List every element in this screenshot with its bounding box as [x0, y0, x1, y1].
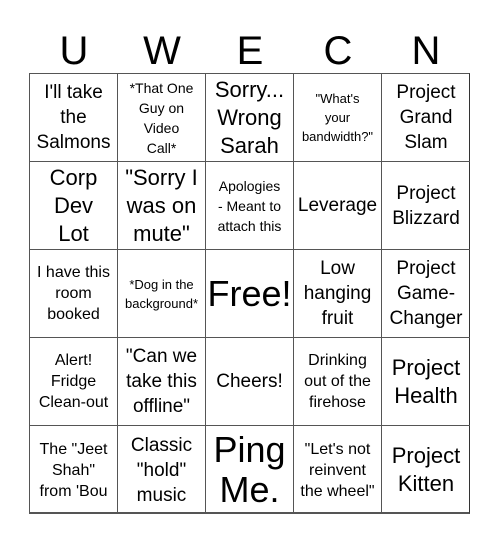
- bingo-cell-text: Sorry... Wrong Sarah: [214, 76, 285, 158]
- bingo-cell[interactable]: *That One Guy on Video Call*: [118, 74, 206, 162]
- bingo-cell-text: Corp Dev Lot: [49, 164, 98, 246]
- bingo-cell-text: Project Game- Changer: [389, 258, 463, 329]
- bingo-cell[interactable]: Alert! Fridge Clean-out: [30, 338, 118, 426]
- bingo-cell[interactable]: Project Health: [382, 338, 470, 426]
- bingo-cell[interactable]: Project Blizzard: [382, 162, 470, 250]
- bingo-cell-text: I'll take the Salmons: [36, 82, 111, 153]
- bingo-cell-text: Leverage: [297, 195, 378, 216]
- bingo-cell[interactable]: Drinking out of the firehose: [294, 338, 382, 426]
- bingo-cell[interactable]: Leverage: [294, 162, 382, 250]
- bingo-cell-text: Project Kitten: [391, 443, 461, 496]
- bingo-cell[interactable]: Low hanging fruit: [294, 250, 382, 338]
- bingo-cell-text: "Can we take this offline": [125, 346, 198, 417]
- bingo-cell-text: Free!: [207, 272, 292, 314]
- bingo-cell[interactable]: "Sorry I was on mute": [118, 162, 206, 250]
- bingo-cell[interactable]: "Let's not reinvent the wheel": [294, 426, 382, 514]
- bingo-cell-text: Project Grand Slam: [396, 82, 456, 153]
- bingo-cell[interactable]: Project Game- Changer: [382, 250, 470, 338]
- bingo-cell[interactable]: I'll take the Salmons: [30, 74, 118, 162]
- bingo-cell-text: "Sorry I was on mute": [125, 164, 198, 246]
- header-letter-3: E: [236, 29, 264, 73]
- bingo-cell[interactable]: Apologies - Meant to attach this: [206, 162, 294, 250]
- header-letter-5: N: [411, 29, 441, 73]
- bingo-cell-text: Ping Me.: [213, 429, 286, 510]
- header-letter-1: U: [59, 29, 89, 73]
- bingo-cell[interactable]: Project Kitten: [382, 426, 470, 514]
- bingo-cell-text: "Let's not reinvent the wheel": [300, 440, 375, 500]
- bingo-cell-text: Project Blizzard: [392, 182, 460, 229]
- bingo-cell[interactable]: Ping Me.: [206, 426, 294, 514]
- bingo-cell[interactable]: *Dog in the background*: [118, 250, 206, 338]
- bingo-cell[interactable]: Free!: [206, 250, 294, 338]
- bingo-cell[interactable]: Classic "hold" music: [118, 426, 206, 514]
- bingo-cell[interactable]: "Can we take this offline": [118, 338, 206, 426]
- bingo-cell-text: Low hanging fruit: [303, 258, 372, 329]
- bingo-cell[interactable]: The "Jeet Shah" from 'Bou: [30, 426, 118, 514]
- header-letter-4: C: [323, 29, 353, 73]
- header-letter-2: W: [143, 29, 181, 73]
- bingo-cell-text: Project Health: [391, 354, 461, 408]
- bingo-cell-text: *Dog in the background*: [125, 276, 198, 311]
- bingo-cell[interactable]: I have this room booked: [30, 250, 118, 338]
- bingo-cell[interactable]: Cheers!: [206, 338, 294, 426]
- bingo-cell[interactable]: Project Grand Slam: [382, 74, 470, 162]
- bingo-cell-text: I have this room booked: [37, 264, 110, 323]
- bingo-cell-text: *That One Guy on Video Call*: [129, 79, 194, 156]
- bingo-grid: I'll take the Salmons *That One Guy on Vi…: [29, 73, 470, 514]
- bingo-cell[interactable]: Sorry... Wrong Sarah: [206, 74, 294, 162]
- bingo-cell-text: Cheers!: [216, 371, 283, 392]
- bingo-cell-text: The "Jeet Shah" from 'Bou: [39, 440, 108, 500]
- bingo-cell-text: Alert! Fridge Clean-out: [38, 352, 109, 411]
- bingo-cell-text: Classic "hold" music: [130, 434, 193, 506]
- bingo-cell-text: Drinking out of the firehose: [304, 352, 371, 411]
- bingo-cell[interactable]: Corp Dev Lot: [30, 162, 118, 250]
- bingo-header: U W E C N: [30, 28, 470, 74]
- bingo-cell[interactable]: "What's your bandwidth?": [294, 74, 382, 162]
- bingo-cell-text: "What's your bandwidth?": [301, 91, 374, 144]
- bingo-cell-text: Apologies - Meant to attach this: [217, 177, 282, 234]
